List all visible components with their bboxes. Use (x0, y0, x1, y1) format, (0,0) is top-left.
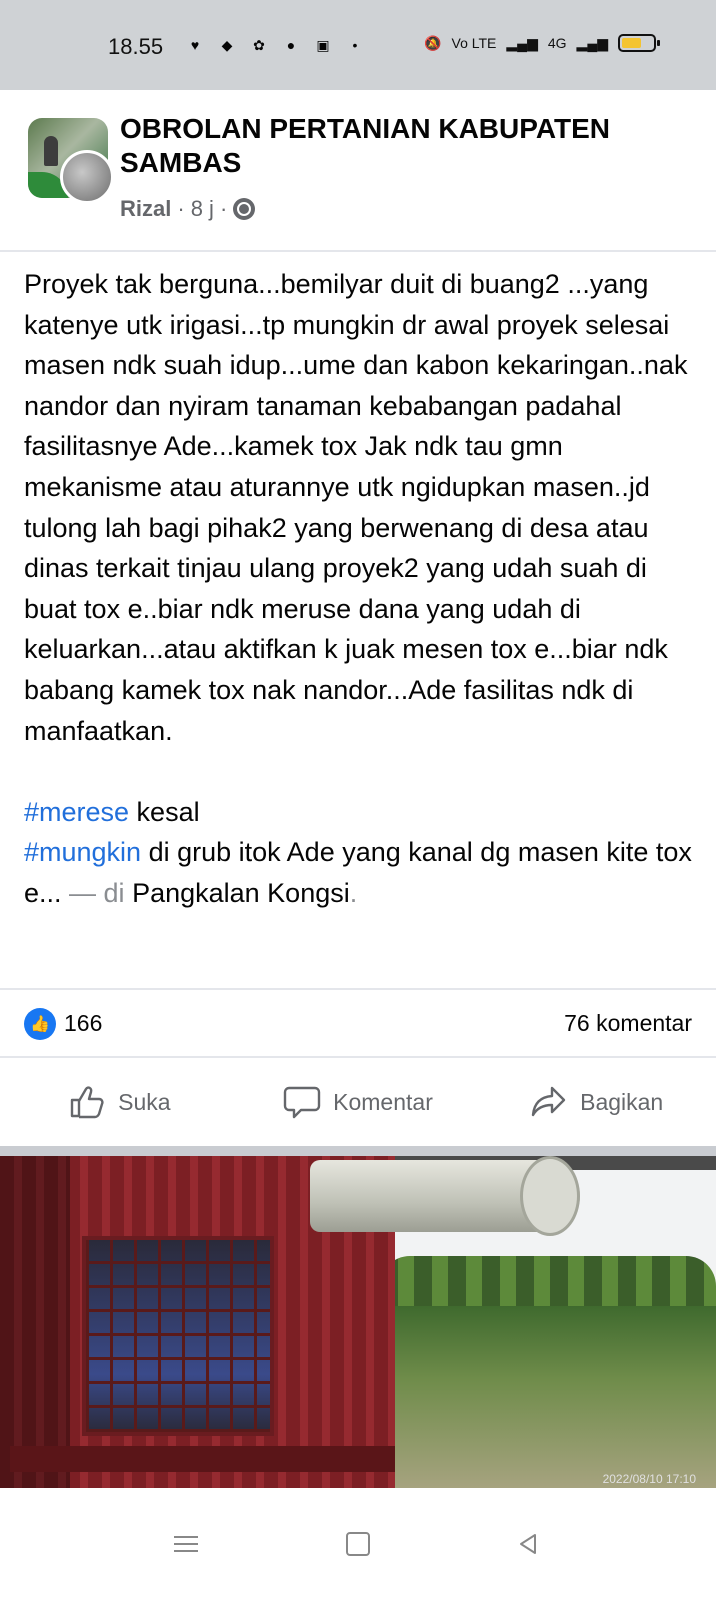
network-type-label: 4G (547, 35, 567, 51)
system-nav-bar (0, 1488, 716, 1600)
like-label: Suka (118, 1088, 171, 1115)
heart-icon: ♥ (190, 37, 200, 53)
like-reaction-icon[interactable]: 👍 (24, 1008, 56, 1040)
like-button[interactable]: Suka (0, 1058, 239, 1146)
home-icon (346, 1532, 370, 1556)
menu-icon (174, 1531, 198, 1557)
hashtag-merese-text: kesal (129, 796, 200, 827)
back-icon (520, 1534, 536, 1554)
back-button[interactable] (508, 1524, 548, 1564)
share-icon (531, 1086, 566, 1117)
hashtag-mungkin[interactable]: #mungkin (24, 837, 141, 867)
thumbs-up-icon (70, 1086, 104, 1119)
status-left-icons: ♥ ◆ ✿ ● ▣ • (184, 34, 366, 56)
post-photo[interactable]: 2022/08/10 17:10 (0, 1156, 716, 1488)
comment-icon (283, 1086, 321, 1119)
signal-icon: ▂▄▆ (506, 34, 538, 51)
post-time[interactable]: 8 j (191, 196, 214, 222)
like-count[interactable]: 166 (64, 1010, 102, 1037)
volte-label: Vo LTE (451, 35, 497, 51)
meta-separator-2: · (219, 196, 228, 221)
mute-icon: 🔕 (424, 34, 442, 51)
home-button[interactable] (338, 1524, 378, 1564)
app-icon: ◆ (221, 36, 233, 53)
hashtag-merese[interactable]: #merese (24, 797, 129, 827)
feed-divider (0, 1146, 716, 1156)
post-header: OBROLAN PERTANIAN KABUPATEN SAMBAS Rizal… (0, 90, 716, 252)
comment-label: Komentar (333, 1088, 433, 1115)
group-name[interactable]: OBROLAN PERTANIAN KABUPATEN SAMBAS (120, 112, 680, 180)
post-stats: 👍 166 76 komentar (0, 988, 716, 1058)
battery-fill (622, 38, 641, 48)
location-link[interactable]: Pangkalan Kongsi (132, 878, 350, 908)
meta-separator: · (177, 196, 185, 221)
battery-icon (618, 34, 660, 52)
dot-icon: • (352, 37, 358, 53)
status-right-icons: 🔕 Vo LTE ▂▄▆ 4G ▂▄▆ (424, 34, 660, 52)
message-icon: ▣ (316, 36, 330, 53)
post-actions: Suka Komentar Bagikan (0, 1058, 716, 1146)
author-avatar[interactable] (60, 150, 114, 204)
status-time: 18.55 (108, 34, 164, 59)
photo-timestamp: 2022/08/10 17:10 (602, 1472, 696, 1486)
author-name[interactable]: Rizal (120, 196, 171, 222)
recent-apps-button[interactable] (166, 1524, 206, 1564)
post-body: Proyek tak berguna...bemilyar duit di bu… (24, 264, 696, 914)
post-meta: Rizal · 8 j · (120, 196, 256, 222)
shed-grill (82, 1236, 274, 1436)
post-body-text: Proyek tak berguna...bemilyar duit di bu… (24, 269, 695, 746)
circle-app-icon: ● (286, 37, 296, 53)
fan-icon: ✿ (253, 36, 265, 53)
share-label: Bagikan (580, 1088, 664, 1115)
status-bar: 18.55 ♥ ◆ ✿ ● ▣ • 🔕 Vo LTE ▂▄▆ 4G ▂▄▆ (0, 0, 716, 90)
globe-icon (233, 198, 256, 220)
comment-button[interactable]: Komentar (239, 1058, 478, 1146)
signal-icon-2: ▂▄▆ (576, 34, 608, 51)
comment-count[interactable]: 76 komentar (564, 1010, 692, 1037)
location-suffix: . (349, 877, 358, 908)
share-button[interactable]: Bagikan (477, 1058, 716, 1146)
location-prefix: — di (61, 877, 133, 908)
